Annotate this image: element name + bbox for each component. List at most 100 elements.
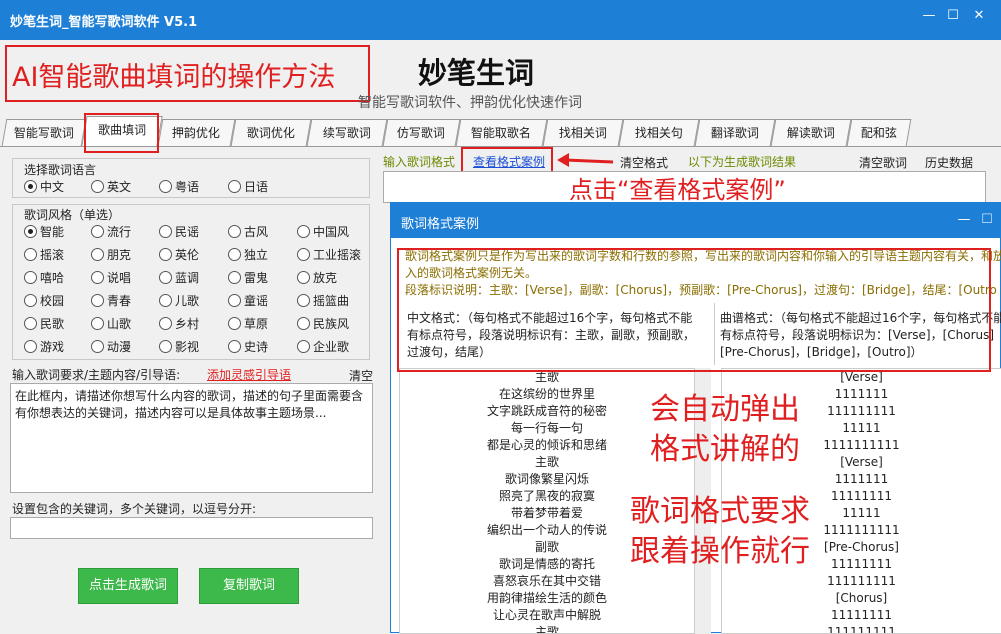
radio-icon — [91, 248, 104, 261]
radio-option[interactable]: 乡村 — [159, 315, 199, 332]
radio-icon — [24, 225, 37, 238]
radio-option[interactable]: 说唱 — [91, 269, 131, 286]
radio-label: 民歌 — [40, 317, 65, 331]
radio-option[interactable]: 企业歌 — [297, 338, 349, 355]
requirement-clear-button[interactable]: 清空 — [349, 367, 373, 384]
radio-option[interactable]: 山歌 — [91, 315, 131, 332]
history-button[interactable]: 历史数据 — [925, 154, 973, 171]
dialog-title-bar: 歌词格式案例 — ☐ — [391, 203, 1001, 238]
radio-option[interactable]: 工业摇滚 — [297, 246, 361, 263]
radio-option[interactable]: 草原 — [228, 315, 268, 332]
radio-icon — [91, 340, 104, 353]
radio-option[interactable]: 儿歌 — [159, 292, 199, 309]
radio-option[interactable]: 粤语 — [159, 178, 199, 195]
radio-option[interactable]: 民歌 — [24, 315, 64, 332]
radio-option[interactable]: 朋克 — [91, 246, 131, 263]
radio-option[interactable]: 日语 — [228, 178, 268, 195]
radio-label: 校园 — [40, 294, 65, 308]
radio-option[interactable]: 校园 — [24, 292, 64, 309]
radio-option[interactable]: 影视 — [159, 338, 199, 355]
radio-icon — [24, 180, 37, 193]
tab-9[interactable]: 找相关句 — [618, 119, 700, 146]
radio-option[interactable]: 摇篮曲 — [297, 292, 349, 309]
radio-option[interactable]: 蓝调 — [159, 269, 199, 286]
radio-option[interactable]: 古风 — [228, 223, 268, 240]
minimize-icon[interactable]: — — [918, 6, 940, 26]
generate-lyrics-button[interactable]: 点击生成歌词 — [78, 568, 178, 604]
radio-label: 摇篮曲 — [313, 294, 350, 308]
radio-option[interactable]: 摇滚 — [24, 246, 64, 263]
tab-4[interactable]: 歌词优化 — [230, 119, 312, 146]
radio-icon — [228, 340, 241, 353]
clear-lyrics-button[interactable]: 清空歌词 — [859, 154, 907, 171]
radio-option[interactable]: 英文 — [91, 178, 131, 195]
tab-10[interactable]: 翻译歌词 — [694, 119, 776, 146]
radio-label: 童谣 — [244, 294, 269, 308]
radio-option[interactable]: 中文 — [24, 178, 64, 195]
radio-option[interactable]: 独立 — [228, 246, 268, 263]
radio-label: 民谣 — [175, 225, 200, 239]
radio-icon — [91, 294, 104, 307]
brand-name: 妙笔生词 — [418, 56, 535, 90]
radio-label: 中文 — [40, 180, 65, 194]
tab-5[interactable]: 续写歌词 — [306, 119, 388, 146]
tab-11[interactable]: 解读歌词 — [770, 119, 852, 146]
notation-line: 1111111 — [834, 472, 889, 486]
radio-option[interactable]: 放克 — [297, 269, 337, 286]
generated-label: 以下为生成歌词结果 — [688, 155, 797, 169]
tab-1[interactable]: 智能写歌词 — [1, 119, 87, 146]
radio-option[interactable]: 流行 — [91, 223, 131, 240]
add-inspiration-link[interactable]: 添加灵感引导语 — [207, 366, 291, 383]
requirement-textarea[interactable]: 在此框内，请描述你想写什么内容的歌词，描述的句子里面需要含有你想表达的关键词，描… — [10, 383, 373, 493]
radio-label: 古风 — [244, 225, 269, 239]
dialog-maximize-icon[interactable]: ☐ — [976, 210, 998, 230]
tab-7[interactable]: 智能取歌名 — [455, 119, 548, 146]
tab-6[interactable]: 仿写歌词 — [382, 119, 461, 146]
radio-label: 中国风 — [313, 225, 350, 239]
annotation-tab-box — [84, 113, 159, 153]
annotation-auto-popup: 会自动弹出 格式讲解的 — [650, 390, 800, 470]
lyric-line: 喜怒哀乐在其中交错 — [492, 574, 601, 588]
radio-option[interactable]: 英伦 — [159, 246, 199, 263]
radio-icon — [159, 294, 172, 307]
radio-icon — [91, 271, 104, 284]
radio-option[interactable]: 智能 — [24, 223, 64, 240]
radio-label: 独立 — [244, 248, 269, 262]
radio-label: 嘻哈 — [40, 271, 65, 285]
maximize-icon[interactable]: ☐ — [942, 6, 964, 26]
clear-format-button[interactable]: 清空格式 — [620, 154, 668, 171]
radio-icon — [24, 340, 37, 353]
keywords-input[interactable] — [10, 517, 373, 539]
window-title: 妙笔生词_智能写歌词软件 V5.1 — [10, 15, 198, 30]
radio-option[interactable]: 童谣 — [228, 292, 268, 309]
radio-option[interactable]: 动漫 — [91, 338, 131, 355]
style-title: 歌词风格（单选） — [24, 208, 121, 222]
radio-icon — [159, 340, 172, 353]
radio-option[interactable]: 游戏 — [24, 338, 64, 355]
notation-line: 111111111 — [827, 574, 896, 588]
tab-label: 配和弦 — [860, 126, 897, 140]
tab-12[interactable]: 配和弦 — [846, 119, 912, 146]
tab-8[interactable]: 找相关词 — [542, 119, 624, 146]
tab-3[interactable]: 押韵优化 — [157, 119, 236, 146]
radio-option[interactable]: 民谣 — [159, 223, 199, 240]
radio-option[interactable]: 雷鬼 — [228, 269, 268, 286]
radio-option[interactable]: 青春 — [91, 292, 131, 309]
radio-label: 蓝调 — [175, 271, 200, 285]
radio-label: 粤语 — [175, 180, 200, 194]
radio-label: 日语 — [244, 180, 269, 194]
lyric-line: 用韵律描绘生活的颜色 — [486, 591, 607, 605]
radio-label: 草原 — [244, 317, 269, 331]
radio-label: 说唱 — [107, 271, 132, 285]
close-icon[interactable]: ✕ — [968, 6, 990, 26]
annotation-line: 歌词格式要求 — [630, 494, 810, 529]
annotation-line: 会自动弹出 — [650, 392, 800, 427]
radio-option[interactable]: 嘻哈 — [24, 269, 64, 286]
tab-label: 续写歌词 — [322, 126, 371, 140]
radio-option[interactable]: 中国风 — [297, 223, 349, 240]
dialog-minimize-icon[interactable]: — — [953, 210, 975, 230]
radio-option[interactable]: 史诗 — [228, 338, 268, 355]
tab-label: 找相关词 — [558, 126, 607, 140]
copy-lyrics-button[interactable]: 复制歌词 — [199, 568, 299, 604]
radio-option[interactable]: 民族风 — [297, 315, 349, 332]
